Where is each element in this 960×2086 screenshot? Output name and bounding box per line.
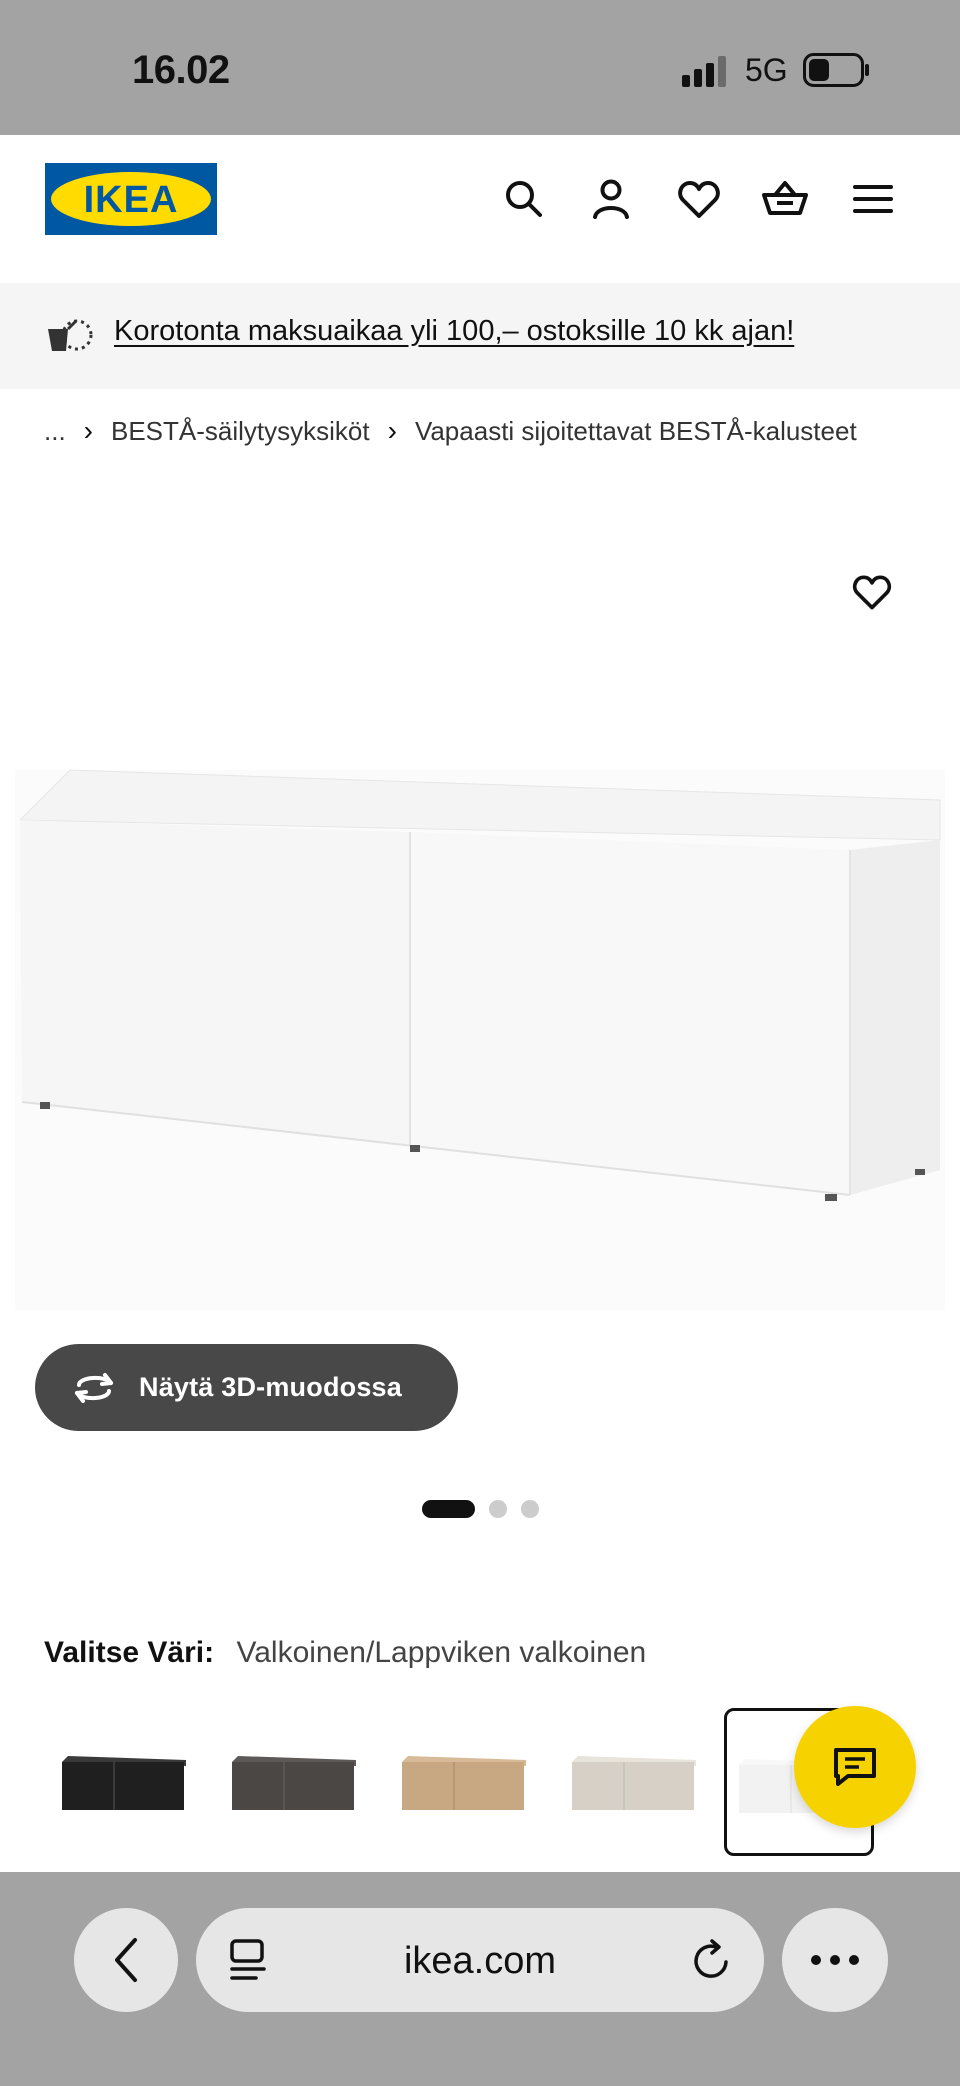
search-icon[interactable] bbox=[500, 175, 548, 223]
more-icon bbox=[811, 1955, 859, 1965]
chat-bubble-icon bbox=[834, 1748, 876, 1786]
promo-link[interactable]: Korotonta maksuaikaa yli 100,– ostoksill… bbox=[114, 315, 794, 348]
svg-text:IKEA: IKEA bbox=[84, 179, 179, 221]
address-bar[interactable]: ikea.com bbox=[196, 1908, 764, 2012]
color-swatch-beige[interactable] bbox=[560, 1708, 710, 1856]
chevron-left-icon bbox=[115, 1938, 137, 1982]
color-selector-heading: Valitse Väri: Valkoinen/Lappviken valkoi… bbox=[44, 1636, 646, 1670]
payment-plan-icon bbox=[48, 319, 93, 351]
breadcrumb-item-besta-storage[interactable]: BESTÅ-säilytysyksiköt bbox=[111, 416, 370, 447]
menu-icon[interactable] bbox=[849, 175, 897, 223]
cart-icon[interactable] bbox=[761, 175, 809, 223]
signal-strength-icon bbox=[682, 56, 726, 87]
selected-color-value: Valkoinen/Lappviken valkoinen bbox=[236, 1636, 647, 1669]
browser-back-button[interactable] bbox=[74, 1908, 178, 2012]
reload-icon[interactable] bbox=[690, 1938, 734, 1982]
product-image[interactable] bbox=[0, 740, 960, 1340]
color-swatch-dark-grey[interactable] bbox=[220, 1708, 370, 1856]
url-text: ikea.com bbox=[403, 1940, 557, 1982]
carousel-dot-2[interactable] bbox=[488, 1500, 507, 1518]
wishlist-icon[interactable] bbox=[675, 175, 723, 223]
browser-more-button[interactable] bbox=[782, 1908, 888, 2012]
color-swatch-oak[interactable] bbox=[390, 1708, 540, 1856]
breadcrumb-item-besta-freestanding[interactable]: Vapaasti sijoitettavat BESTÅ-kalusteet bbox=[415, 416, 857, 447]
status-time: 16.02 bbox=[132, 48, 230, 92]
color-swatch-black[interactable] bbox=[50, 1708, 200, 1856]
breadcrumb: ... › BESTÅ-säilytysyksiköt › Vapaasti s… bbox=[44, 415, 857, 447]
status-bar: 16.02 5G bbox=[0, 0, 960, 135]
chat-button[interactable] bbox=[794, 1706, 916, 1828]
promo-banner[interactable]: Korotonta maksuaikaa yli 100,– ostoksill… bbox=[0, 283, 960, 389]
chevron-right-icon: › bbox=[387, 415, 397, 446]
rotate-3d-icon bbox=[75, 1372, 113, 1403]
browser-toolbar: ikea.com bbox=[0, 1872, 960, 2086]
chevron-right-icon: › bbox=[83, 415, 93, 446]
image-carousel-indicator bbox=[0, 1500, 960, 1518]
ikea-logo[interactable]: IKEA bbox=[45, 163, 217, 235]
add-to-wishlist-icon[interactable] bbox=[850, 570, 894, 614]
account-icon[interactable] bbox=[587, 175, 635, 223]
breadcrumb-ellipsis[interactable]: ... bbox=[44, 416, 66, 447]
network-type: 5G bbox=[745, 52, 788, 88]
carousel-dot-3[interactable] bbox=[520, 1500, 539, 1518]
battery-icon bbox=[803, 53, 869, 87]
site-header: IKEA bbox=[0, 135, 960, 283]
color-label: Valitse Väri: bbox=[44, 1636, 215, 1669]
carousel-dot-1[interactable] bbox=[421, 1500, 475, 1518]
view-3d-label: Näytä 3D-muodossa bbox=[139, 1372, 402, 1402]
view-3d-button[interactable]: Näytä 3D-muodossa bbox=[35, 1344, 458, 1431]
